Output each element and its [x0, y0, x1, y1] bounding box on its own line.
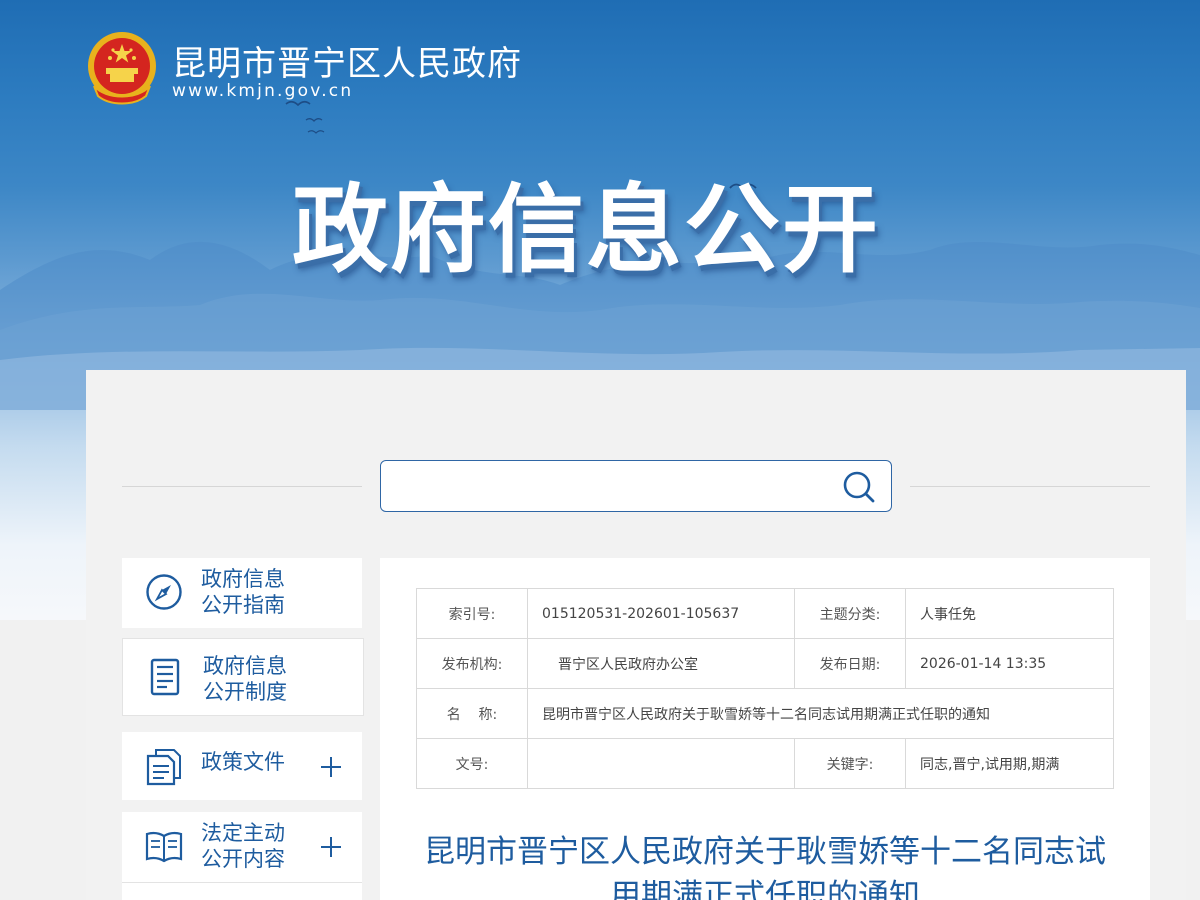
- book-icon: [145, 831, 183, 863]
- docno-value: [527, 738, 795, 789]
- topic-label: 主题分类:: [794, 588, 906, 639]
- keywords-label: 关键字:: [794, 738, 906, 789]
- expand-plus-icon[interactable]: [320, 756, 342, 778]
- sidebar-item-disclosure-guide[interactable]: 政府信息 公开指南: [122, 558, 362, 628]
- sidebar-item-label: 公开指南: [201, 593, 285, 617]
- document-title: 昆明市晋宁区人民政府关于耿雪娇等十二名同志试用期满正式任职的通知: [424, 834, 1106, 900]
- table-row: 名 称: 昆明市晋宁区人民政府关于耿雪娇等十二名同志试用期满正式任职的通知: [416, 688, 1114, 739]
- sidebar-item-statutory-disclosure[interactable]: 法定主动 公开内容: [122, 812, 362, 882]
- search-input[interactable]: [393, 469, 833, 503]
- keywords-value: 同志,晋宁,试用期,期满: [905, 738, 1114, 789]
- sidebar-item-disclosure-system[interactable]: 政府信息 公开制度: [122, 638, 364, 716]
- search-icon[interactable]: [841, 469, 877, 505]
- sidebar-item-label: 公开制度: [203, 680, 287, 704]
- topic-value: 人事任免: [905, 588, 1114, 639]
- index-label: 索引号:: [416, 588, 528, 639]
- document-meta-table: 索引号: 015120531-202601-105637 主题分类: 人事任免 …: [416, 588, 1114, 789]
- publisher-value: 晋宁区人民政府办公室: [527, 638, 795, 689]
- site-name: 昆明市晋宁区人民政府: [172, 44, 522, 84]
- files-icon: [146, 749, 181, 786]
- name-value: 昆明市晋宁区人民政府关于耿雪娇等十二名同志试用期满正式任职的通知: [527, 688, 1114, 739]
- hero-title: 政府信息公开: [292, 174, 880, 286]
- table-row: 文号: 关键字: 同志,晋宁,试用期,期满: [416, 738, 1114, 789]
- sidebar-item-label: 政府信息: [201, 567, 285, 591]
- search-divider-right: [910, 486, 1150, 487]
- publisher-label: 发布机构:: [416, 638, 528, 689]
- date-label: 发布日期:: [794, 638, 906, 689]
- table-row: 索引号: 015120531-202601-105637 主题分类: 人事任免: [416, 588, 1114, 639]
- document-content: 索引号: 015120531-202601-105637 主题分类: 人事任免 …: [380, 558, 1150, 900]
- main-panel: 政府信息 公开指南 政府信息 公开制度 政策文件 法定主动 公开内容 索引号: …: [86, 370, 1186, 900]
- sidebar-item-label: 公开内容: [201, 847, 285, 871]
- table-row: 发布机构: 晋宁区人民政府办公室 发布日期: 2026-01-14 13:35: [416, 638, 1114, 689]
- sidebar-item-label: 政府信息: [203, 654, 287, 678]
- birds-decoration: [285, 100, 325, 134]
- sidebar-item-next[interactable]: [122, 882, 362, 900]
- date-value: 2026-01-14 13:35: [905, 638, 1114, 689]
- national-emblem-icon: [88, 32, 156, 105]
- name-label: 名 称:: [416, 688, 528, 739]
- search-divider-left: [122, 486, 362, 487]
- sidebar-item-label: 政策文件: [201, 750, 285, 774]
- index-value: 015120531-202601-105637: [527, 588, 795, 639]
- search-box: [380, 460, 892, 512]
- expand-plus-icon[interactable]: [320, 836, 342, 858]
- compass-icon: [146, 574, 182, 610]
- docno-label: 文号:: [416, 738, 528, 789]
- sidebar-item-label: 法定主动: [201, 821, 285, 845]
- document-icon: [150, 658, 180, 696]
- sidebar-item-policy-documents[interactable]: 政策文件: [122, 732, 362, 800]
